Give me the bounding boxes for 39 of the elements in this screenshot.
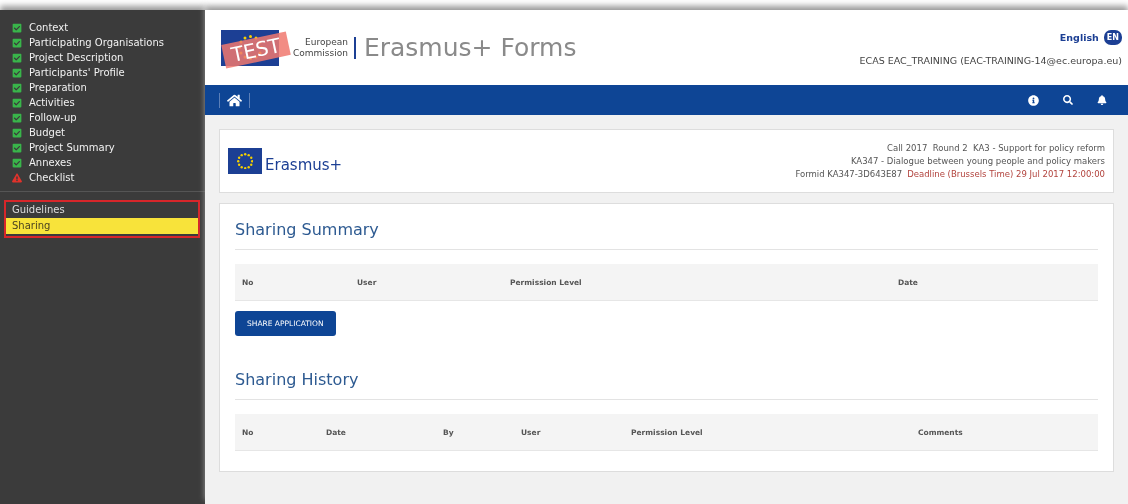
deadline: Deadline (Brussels Time) 29 Jul 2017 12:00:00 xyxy=(907,167,1105,181)
check-icon xyxy=(12,82,22,93)
sidebar-item[interactable]: Participating Organisations xyxy=(29,37,164,48)
app-title: Erasmus+ Forms xyxy=(363,33,577,62)
check-icon xyxy=(12,37,22,48)
warning-icon xyxy=(12,172,22,183)
sidebar-item[interactable]: Project Summary xyxy=(29,142,115,153)
action-info: KA347 - Dialogue between young people and policy makers xyxy=(850,154,1105,168)
section-title: Sharing Summary xyxy=(235,212,1098,250)
check-icon xyxy=(12,52,22,63)
language-link[interactable]: English xyxy=(1059,31,1099,43)
sidebar-item[interactable]: Project Description xyxy=(29,52,124,63)
sidebar-item[interactable]: Follow-up xyxy=(29,112,77,123)
sidebar-item[interactable]: Annexes xyxy=(29,157,72,168)
eu-flag-icon xyxy=(236,152,254,170)
check-icon xyxy=(12,112,22,123)
home-icon[interactable] xyxy=(219,92,250,108)
check-icon xyxy=(12,142,22,153)
form-id: Formid KA347-3D643E87 xyxy=(795,167,903,181)
language-badge[interactable]: EN xyxy=(1103,29,1122,45)
user-name: ECAS EAC_TRAINING (EAC-TRAINING-14@ec.europa.eu) xyxy=(859,54,1122,66)
sidebar-item[interactable]: Activities xyxy=(29,97,75,108)
sidebar-item[interactable]: Participants' Profile xyxy=(29,67,125,78)
check-icon xyxy=(12,127,22,138)
check-icon xyxy=(12,67,22,78)
sidebar-item[interactable]: Budget xyxy=(29,127,65,138)
brand-name: Erasmus+ xyxy=(265,156,343,174)
check-icon xyxy=(12,157,22,168)
sidebar-item[interactable]: Context xyxy=(29,22,69,33)
sidebar-item[interactable]: Preparation xyxy=(29,82,87,93)
check-icon xyxy=(12,97,22,108)
org-name: European xyxy=(304,36,348,48)
sidebar-link[interactable]: Sharing xyxy=(6,218,198,234)
sidebar-link[interactable]: Guidelines xyxy=(6,202,198,218)
org-name: Commission xyxy=(293,47,348,59)
call-info: Call 2017 Round 2 KA3 - Support for policy reform xyxy=(887,141,1105,155)
check-icon xyxy=(12,22,22,33)
sidebar-item[interactable]: Checklist xyxy=(29,172,75,183)
section-title: Sharing History xyxy=(235,362,1098,400)
